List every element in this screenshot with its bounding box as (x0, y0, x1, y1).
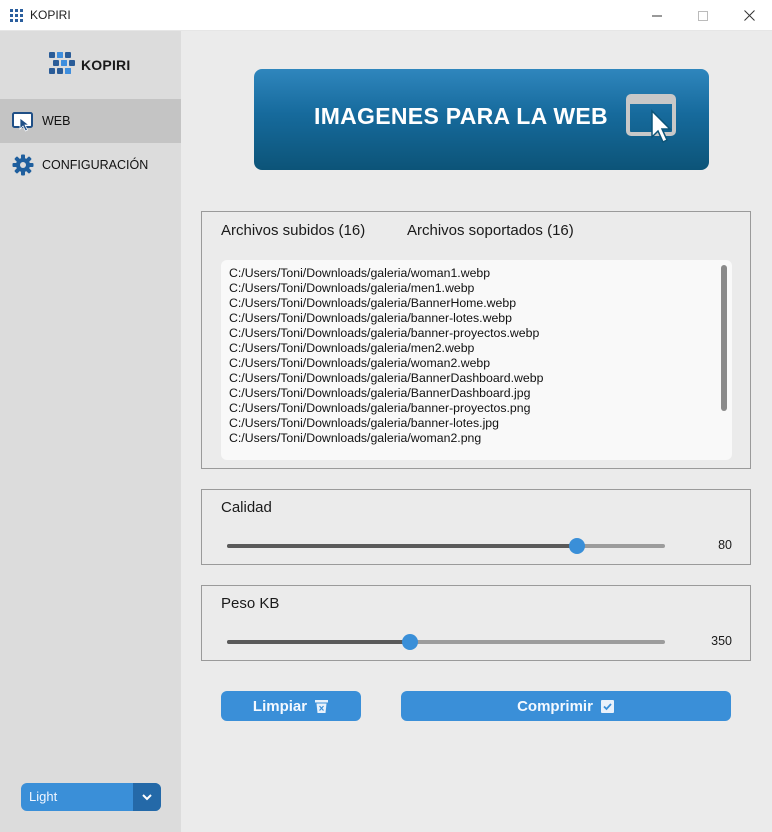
compress-button[interactable]: Comprimir (401, 691, 731, 721)
file-list-item: C:/Users/Toni/Downloads/galeria/banner-l… (229, 311, 512, 325)
file-rows: C:/Users/Toni/Downloads/galeria/woman1.w… (229, 266, 543, 446)
files-panel: Archivos subidos (16) Archivos soportado… (201, 211, 751, 469)
weight-panel: Peso KB 350 (201, 585, 751, 661)
tab-supported-files[interactable]: Archivos soportados (16) (407, 222, 574, 239)
file-list-item: C:/Users/Toni/Downloads/galeria/men1.web… (229, 281, 475, 295)
title-bar: KOPIRI (0, 0, 772, 31)
sidebar-item-configuracion[interactable]: CONFIGURACIÓN (0, 143, 181, 187)
theme-dropdown[interactable]: Light (21, 783, 161, 811)
dropdown-arrow-button[interactable] (133, 783, 161, 811)
file-list-item: C:/Users/Toni/Downloads/galeria/woman1.w… (229, 266, 491, 280)
sidebar-item-label: CONFIGURACIÓN (42, 158, 149, 172)
banner-title: IMAGENES PARA LA WEB (314, 103, 608, 129)
weight-value: 350 (711, 634, 732, 648)
brand-name: KOPIRI (81, 57, 131, 73)
theme-value: Light (29, 789, 58, 804)
checkbox-check-icon (600, 699, 614, 713)
tab-uploaded-files[interactable]: Archivos subidos (16) (221, 222, 365, 239)
minimize-icon (652, 15, 662, 16)
file-list-item: C:/Users/Toni/Downloads/galeria/men2.web… (229, 341, 475, 355)
sidebar-item-web[interactable]: WEB (0, 99, 181, 143)
app-logo-icon (10, 9, 23, 22)
monitor-cursor-icon (12, 112, 33, 132)
clear-button[interactable]: Limpiar (221, 691, 361, 721)
close-button[interactable] (726, 0, 772, 31)
file-list-scrollbar[interactable] (721, 265, 727, 411)
kopiri-logo-icon (49, 52, 75, 74)
quality-slider[interactable] (227, 538, 665, 554)
quality-label: Calidad (221, 499, 272, 516)
file-list-item: C:/Users/Toni/Downloads/galeria/banner-p… (229, 326, 540, 340)
sidebar-item-label: WEB (42, 114, 71, 128)
brand-logo: KOPIRI (49, 52, 130, 78)
quality-slider-handle[interactable] (569, 538, 586, 554)
file-list-item: C:/Users/Toni/Downloads/galeria/banner-p… (229, 401, 531, 415)
chevron-down-icon (142, 793, 152, 800)
file-list-item: C:/Users/Toni/Downloads/galeria/banner-l… (229, 416, 499, 430)
quality-value: 80 (718, 538, 732, 552)
file-list-item: C:/Users/Toni/Downloads/galeria/BannerDa… (229, 386, 531, 400)
close-icon (743, 10, 755, 21)
weight-label: Peso KB (221, 595, 280, 612)
maximize-icon (698, 10, 708, 21)
clear-button-label: Limpiar (252, 697, 308, 715)
window-cursor-icon (626, 94, 676, 144)
sidebar: KOPIRI WEB CONFIGURACIÓN Light (0, 31, 181, 832)
gear-icon (12, 154, 34, 176)
minimize-button[interactable] (634, 0, 680, 31)
weight-slider-fill (227, 640, 410, 644)
web-images-banner: IMAGENES PARA LA WEB (254, 69, 709, 170)
file-list-item: C:/Users/Toni/Downloads/galeria/woman2.p… (229, 431, 482, 445)
compress-button-label: Comprimir (517, 697, 593, 715)
file-list[interactable]: C:/Users/Toni/Downloads/galeria/woman1.w… (221, 260, 732, 460)
maximize-button[interactable] (680, 0, 726, 31)
main-panel: IMAGENES PARA LA WEB Archivos subidos (1… (181, 31, 772, 832)
quality-slider-fill (227, 544, 578, 548)
trash-icon (315, 699, 329, 713)
file-list-item: C:/Users/Toni/Downloads/galeria/woman2.w… (229, 356, 491, 370)
file-list-item: C:/Users/Toni/Downloads/galeria/BannerHo… (229, 296, 517, 310)
file-list-item: C:/Users/Toni/Downloads/galeria/BannerDa… (229, 371, 544, 385)
weight-slider[interactable] (227, 634, 665, 650)
quality-panel: Calidad 80 (201, 489, 751, 565)
window-title: KOPIRI (30, 8, 71, 22)
weight-slider-handle[interactable] (401, 634, 418, 650)
